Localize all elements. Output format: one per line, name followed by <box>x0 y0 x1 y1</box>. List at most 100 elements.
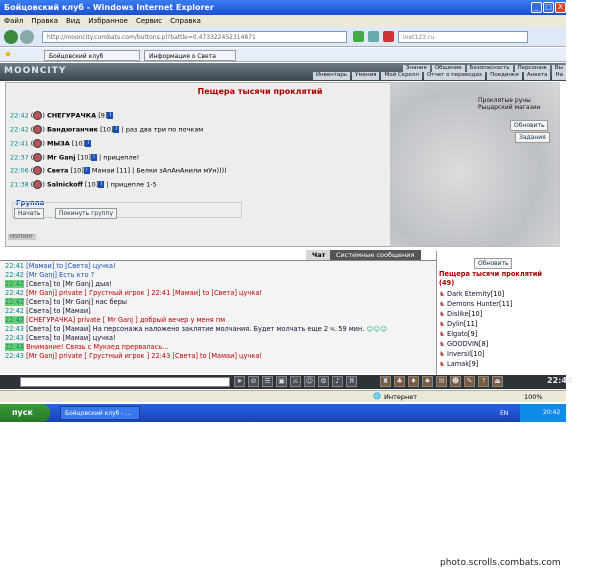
start-button[interactable]: пуск <box>0 404 50 422</box>
menu-tools[interactable]: Сервис <box>136 17 162 25</box>
clear-icon[interactable]: ⊘ <box>248 376 259 387</box>
forward-icon[interactable] <box>20 30 34 44</box>
settings-icon[interactable]: ⚙ <box>318 376 329 387</box>
user-item[interactable]: ♞ Dark Eternity[10] <box>439 290 504 298</box>
menu-profile[interactable]: Анкета <box>523 72 551 80</box>
user-item[interactable]: ♞ Dislike[10] <box>439 310 482 318</box>
chat-time: 22:42 <box>5 271 25 279</box>
user-nick[interactable]: Elgato <box>447 330 468 338</box>
menu-character[interactable]: Персонаж <box>514 65 550 72</box>
user-nick[interactable]: Dislike <box>447 310 469 318</box>
send-icon[interactable]: ➤ <box>234 376 245 387</box>
menu-exit[interactable]: Вы <box>551 65 566 72</box>
stop-icon[interactable] <box>383 31 394 42</box>
tab-info[interactable]: Информация о Света <box>144 50 236 61</box>
map-icon[interactable]: ♦ <box>408 376 419 387</box>
user-item[interactable]: ♞ Demons Hunter[11] <box>439 300 513 308</box>
close-button[interactable]: X <box>555 2 566 13</box>
menu-more[interactable]: На <box>552 72 566 80</box>
minimize-button[interactable]: _ <box>531 2 542 13</box>
menu-battles[interactable]: Поединки <box>487 72 522 80</box>
player-nick[interactable]: Mr Ganj <box>47 154 76 162</box>
zoom-level[interactable]: 100% <box>524 393 543 401</box>
refresh-icon[interactable] <box>368 31 379 42</box>
bag-icon[interactable]: ♣ <box>394 376 405 387</box>
menu-file[interactable]: Файл <box>4 17 23 25</box>
quest-icon[interactable]: ✉ <box>436 376 447 387</box>
group-start-button[interactable]: Начать <box>14 208 45 219</box>
go-icon[interactable] <box>353 31 364 42</box>
player-nick[interactable]: Salnickoff <box>47 181 83 189</box>
user-nick[interactable]: Inversil <box>447 350 471 358</box>
quests-button[interactable]: Задания <box>515 132 550 143</box>
smile-icon[interactable]: ☺ <box>304 376 315 387</box>
room-refresh-button[interactable]: Обновить <box>510 120 549 131</box>
player-nick[interactable]: Света <box>47 167 68 175</box>
info-icon[interactable]: i <box>107 112 114 119</box>
tab-combats[interactable]: Бойцовский клуб <box>44 50 140 61</box>
menu-social[interactable]: Общение <box>431 65 465 72</box>
user-nick[interactable]: Dark Eternity <box>447 290 491 298</box>
chat-time: 22:43 <box>5 352 25 360</box>
inventory-icon[interactable]: ♜ <box>380 376 391 387</box>
help-icon[interactable]: ? <box>478 376 489 387</box>
player-row[interactable]: 22:06 () Света [10] i Мамаи [11] | Белки … <box>10 166 227 175</box>
group-leave-button[interactable]: Покинуть группу <box>55 208 118 219</box>
translit-icon[interactable]: Я <box>346 376 357 387</box>
fight-icon[interactable]: ⚔ <box>290 376 301 387</box>
user-item[interactable]: ♞ Elgato[9] <box>439 330 477 338</box>
tab-system[interactable]: Системные сообщения <box>330 250 421 260</box>
maximize-button[interactable]: □ <box>543 2 554 13</box>
menu-knowledge[interactable]: Знания <box>402 65 430 72</box>
menu-scroll[interactable]: Мой Скролл <box>381 72 422 80</box>
info-icon[interactable]: i <box>85 140 92 147</box>
save-icon[interactable]: ▣ <box>276 376 287 387</box>
info-icon[interactable]: i <box>98 181 105 188</box>
userlist-refresh-button[interactable]: Обновить <box>474 258 513 269</box>
player-row[interactable]: 22:42 () Бандюганчик [10] i | раз два три… <box>10 125 203 134</box>
player-row[interactable]: 22:42 () СНЕГУРАЧКА [9] i <box>10 111 114 120</box>
link-knight-shop[interactable]: Рыцарский магазин <box>478 104 541 111</box>
exit-icon[interactable]: ⏏ <box>492 376 503 387</box>
chat-input[interactable] <box>20 377 230 387</box>
user-nick[interactable]: GOODVIN <box>447 340 479 348</box>
language-indicator[interactable]: EN <box>500 410 508 417</box>
mail-icon[interactable]: ✎ <box>464 376 475 387</box>
menu-favorites[interactable]: Избранное <box>88 17 128 25</box>
info-icon[interactable]: i <box>113 126 120 133</box>
player-row[interactable]: 21:38 () Salnickoff [10] i | прицепле 1-5 <box>10 180 157 189</box>
user-nick[interactable]: Demons Hunter <box>447 300 499 308</box>
player-nick[interactable]: СНЕГУРАЧКА <box>47 112 96 120</box>
back-icon[interactable] <box>4 30 18 44</box>
clan-icon: ♞ <box>439 290 445 298</box>
user-item[interactable]: ♞ Dylin[11] <box>439 320 477 328</box>
menu-edit[interactable]: Правка <box>31 17 58 25</box>
menu-view[interactable]: Вид <box>66 17 80 25</box>
info-icon[interactable]: i <box>83 167 90 174</box>
info-icon[interactable]: i <box>90 154 97 161</box>
taskbar-item[interactable]: Бойцовский клуб - ... <box>60 406 140 420</box>
user-item[interactable]: ♞ Inversil[10] <box>439 350 484 358</box>
menu-inventory[interactable]: Инвентарь <box>312 72 351 80</box>
player-nick[interactable]: МЫЗА <box>47 140 70 148</box>
menu-help[interactable]: Справка <box>170 17 201 25</box>
search-input[interactable]: inet123.ru <box>398 31 528 43</box>
favorites-star-icon[interactable]: ★ <box>4 50 12 60</box>
address-input[interactable]: http://mooncity.combats.com/buttons.pl?b… <box>42 31 347 43</box>
player-row[interactable]: 22:41 () МЫЗА [10] i <box>10 139 92 148</box>
sound-icon[interactable]: ♪ <box>332 376 343 387</box>
menu-security[interactable]: Безопасность <box>466 65 513 72</box>
user-nick[interactable]: Dylin <box>447 320 464 328</box>
user-nick[interactable]: Lamak <box>447 360 469 368</box>
filter-icon[interactable]: ☰ <box>262 376 273 387</box>
friends-icon[interactable]: ☻ <box>450 376 461 387</box>
player-nick[interactable]: Бандюганчик <box>47 126 98 134</box>
link-cursed-runes[interactable]: Проклятые руны <box>478 97 531 104</box>
menu-transfers[interactable]: Отчет о переводах <box>423 72 486 80</box>
menu-skills[interactable]: Умения <box>352 72 380 80</box>
tab-chat[interactable]: Чат <box>306 250 332 260</box>
user-item[interactable]: ♞ Lamak[9] <box>439 360 478 368</box>
player-row[interactable]: 22:37 () Mr Ganj [10] i | прицепле! <box>10 153 139 162</box>
clan-menu-icon[interactable]: ♠ <box>422 376 433 387</box>
user-item[interactable]: ♞ GOODVIN[8] <box>439 340 488 348</box>
